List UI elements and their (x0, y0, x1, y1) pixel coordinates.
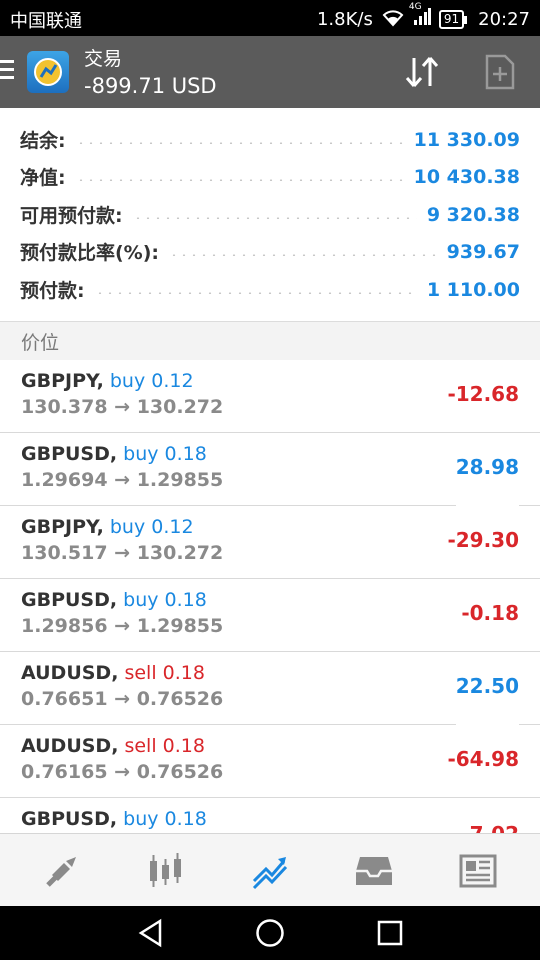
network-speed: 1.8K/s (316, 9, 373, 30)
summary-value: 11 330.09 (413, 128, 520, 151)
position-side: sell 0.18 (124, 662, 205, 684)
screen-title: 交易 (84, 48, 123, 70)
status-bar: 中国联通 1.8K/s 4G 91 20:27 (0, 0, 540, 36)
position-side: buy 0.18 (123, 443, 207, 465)
position-side: buy 0.18 (123, 589, 207, 611)
position-row[interactable]: GBPUSD, buy 0.18 1.29694 → 1.29855 28.98 (0, 433, 540, 528)
summary-value: 9 320.38 (426, 203, 520, 226)
dotted-leader (94, 291, 417, 294)
summary-value: 1 110.00 (426, 278, 520, 301)
position-row[interactable]: GBPUSD, buy 0.18 -7.02 (0, 798, 540, 833)
system-nav-bar (0, 906, 540, 960)
position-side: buy 0.12 (109, 516, 194, 538)
floating-profit: -899.71 USD (84, 74, 217, 98)
summary-row-free-margin: 可用预付款: 9 320.38 (20, 196, 520, 233)
position-symbol: GBPJPY, (21, 516, 104, 538)
clock: 20:27 (478, 9, 530, 30)
position-side: sell 0.18 (124, 735, 205, 757)
position-row[interactable]: GBPJPY, buy 0.12 130.517 → 130.272 -29.3… (0, 506, 540, 579)
position-side: buy 0.12 (109, 370, 194, 392)
position-prices: 0.76651 → 0.76526 (21, 688, 224, 710)
app-bar: 交易 -899.71 USD (0, 36, 540, 108)
menu-icon[interactable] (0, 60, 14, 84)
position-symbol: GBPUSD, (21, 589, 118, 611)
position-symbol: GBPUSD, (21, 443, 118, 465)
position-prices: 0.76165 → 0.76526 (21, 761, 224, 783)
position-prices: 130.517 → 130.272 (21, 542, 224, 564)
history-icon[interactable] (320, 834, 428, 907)
positions-list[interactable]: GBPJPY, buy 0.12 130.378 → 130.272 -12.6… (0, 360, 540, 833)
dotted-leader (75, 141, 404, 144)
position-symbol: AUDUSD, (21, 662, 119, 684)
summary-label: 预付款比率(%): (20, 242, 160, 264)
bottom-nav (0, 833, 540, 907)
summary-value: 10 430.38 (413, 165, 520, 188)
account-summary: 结余: 11 330.09 净值: 10 430.38 可用预付款: 9 320… (0, 108, 540, 321)
position-symbol: AUDUSD, (21, 735, 119, 757)
section-title: 价位 (21, 332, 60, 354)
sort-icon[interactable] (402, 54, 442, 94)
signal-icon: 4G (409, 2, 431, 31)
position-row[interactable]: AUDUSD, sell 0.18 0.76165 → 0.76526 -64.… (0, 725, 540, 798)
dotted-leader (132, 216, 417, 219)
position-row[interactable]: GBPUSD, buy 0.18 1.29856 → 1.29855 -0.18 (0, 579, 540, 652)
dotted-leader (169, 253, 437, 256)
summary-row-margin-level: 预付款比率(%): 939.67 (20, 233, 520, 270)
new-order-icon[interactable] (485, 54, 515, 94)
home-icon[interactable] (255, 918, 285, 952)
position-prices: 1.29856 → 1.29855 (21, 615, 224, 637)
network-type: 4G (408, 2, 422, 12)
dotted-leader (75, 178, 404, 181)
position-symbol: GBPUSD, (21, 808, 118, 830)
trade-icon[interactable] (216, 834, 324, 907)
battery-level: 91 (443, 12, 460, 26)
position-prices: 130.378 → 130.272 (21, 396, 224, 418)
summary-row-equity: 净值: 10 430.38 (20, 158, 520, 195)
back-icon[interactable] (136, 918, 166, 952)
app-logo[interactable] (27, 51, 69, 93)
quotes-icon[interactable] (8, 834, 116, 907)
position-profit: -0.18 (461, 601, 519, 625)
position-symbol: GBPJPY, (21, 370, 104, 392)
battery-icon: 91 (438, 10, 468, 29)
position-profit: -29.30 (447, 528, 519, 552)
summary-label: 预付款: (20, 280, 85, 302)
position-prices: 1.29694 → 1.29855 (21, 469, 224, 491)
position-side: buy 0.18 (123, 808, 207, 830)
wifi-icon (381, 7, 405, 32)
position-profit: -7.02 (461, 822, 519, 833)
position-profit: -64.98 (447, 747, 519, 771)
summary-row-margin: 预付款: 1 110.00 (20, 271, 520, 308)
section-header: 价位 (0, 321, 540, 361)
position-row[interactable]: GBPJPY, buy 0.12 130.378 → 130.272 -12.6… (0, 360, 540, 433)
news-icon[interactable] (424, 834, 532, 907)
summary-label: 可用预付款: (20, 205, 123, 227)
summary-label: 结余: (20, 130, 66, 152)
summary-row-balance: 结余: 11 330.09 (20, 121, 520, 158)
position-profit: -12.68 (447, 382, 519, 406)
chart-icon[interactable] (112, 834, 220, 907)
summary-label: 净值: (20, 167, 66, 189)
position-row[interactable]: AUDUSD, sell 0.18 0.76651 → 0.76526 22.5… (0, 652, 540, 747)
summary-value: 939.67 (446, 240, 520, 263)
carrier-name: 中国联通 (10, 11, 82, 32)
recents-icon[interactable] (375, 918, 405, 952)
